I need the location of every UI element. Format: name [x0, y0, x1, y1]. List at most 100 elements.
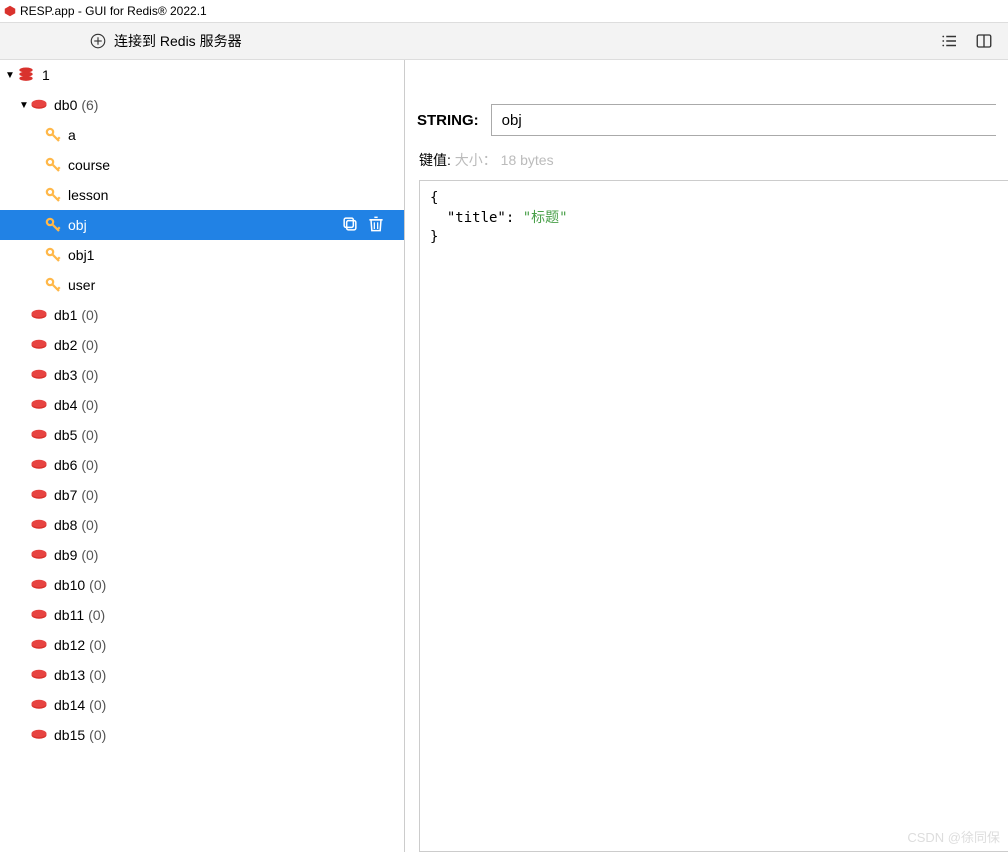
- titlebar: RESP.app - GUI for Redis® 2022.1: [0, 0, 1008, 22]
- server-label: 1: [42, 67, 50, 83]
- db-row[interactable]: db7(0): [0, 480, 404, 510]
- db-icon: [30, 698, 48, 712]
- key-icon: [44, 276, 62, 294]
- db-label: db11: [54, 607, 84, 623]
- db-row[interactable]: db15(0): [0, 720, 404, 750]
- db-row[interactable]: db3(0): [0, 360, 404, 390]
- key-label: course: [68, 157, 110, 173]
- db-count: (0): [81, 547, 98, 563]
- db-label: db3: [54, 367, 77, 383]
- panel-icon[interactable]: [974, 31, 994, 51]
- db-label: db6: [54, 457, 77, 473]
- db-icon: [30, 308, 48, 322]
- db-count: (0): [89, 667, 106, 683]
- delete-icon[interactable]: [366, 214, 386, 237]
- db-label: db5: [54, 427, 77, 443]
- db-count: (0): [81, 367, 98, 383]
- connect-icon[interactable]: [88, 31, 108, 51]
- key-icon: [44, 246, 62, 264]
- key-label: lesson: [68, 187, 108, 203]
- db-icon: [30, 638, 48, 652]
- db-label: db10: [54, 577, 85, 593]
- db-count: (0): [81, 337, 98, 353]
- db-row[interactable]: db5(0): [0, 420, 404, 450]
- db-icon: [30, 428, 48, 442]
- key-label: obj1: [68, 247, 94, 263]
- db-row[interactable]: db14(0): [0, 690, 404, 720]
- db-label: db15: [54, 727, 85, 743]
- db-row[interactable]: db10(0): [0, 570, 404, 600]
- db-icon: [30, 578, 48, 592]
- db-label: db14: [54, 697, 85, 713]
- type-label: STRING:: [417, 112, 479, 129]
- db-icon: [30, 98, 48, 112]
- toolbar: 连接到 Redis 服务器: [0, 22, 1008, 60]
- db-icon: [30, 668, 48, 682]
- key-row[interactable]: a: [0, 120, 404, 150]
- copy-icon[interactable]: [340, 214, 360, 237]
- db-row[interactable]: db11(0): [0, 600, 404, 630]
- content-panel: STRING: 键值: 大小： 18 bytes { "title": "标题"…: [405, 60, 1008, 852]
- db-count: (0): [89, 697, 106, 713]
- db-label: db12: [54, 637, 85, 653]
- sidebar[interactable]: ▼ 1 ▼ db0 (6) a course lesson obj obj1 user d…: [0, 60, 405, 852]
- db-icon: [30, 458, 48, 472]
- db-row[interactable]: db13(0): [0, 660, 404, 690]
- chevron-down-icon[interactable]: ▼: [4, 70, 16, 81]
- key-row[interactable]: lesson: [0, 180, 404, 210]
- db-row[interactable]: db8(0): [0, 510, 404, 540]
- value-meta: 键值: 大小： 18 bytes: [405, 136, 1008, 176]
- db-row[interactable]: ▼ db0 (6): [0, 90, 404, 120]
- db-label: db1: [54, 307, 77, 323]
- db-label: db4: [54, 397, 77, 413]
- db-icon: [30, 398, 48, 412]
- chevron-down-icon[interactable]: ▼: [18, 100, 30, 111]
- app-icon: [4, 5, 16, 17]
- db-icon: [30, 608, 48, 622]
- db-row[interactable]: db9(0): [0, 540, 404, 570]
- meta-size-label: 大小：: [455, 152, 497, 168]
- db-icon: [30, 518, 48, 532]
- value-display[interactable]: { "title": "标题" }: [419, 180, 1008, 852]
- key-icon: [44, 186, 62, 204]
- db-count: (0): [89, 637, 106, 653]
- db-label: db2: [54, 337, 77, 353]
- db-count: (0): [81, 397, 98, 413]
- db-count: (0): [81, 307, 98, 323]
- key-row[interactable]: obj: [0, 210, 404, 240]
- meta-size-value: 18 bytes: [501, 152, 554, 168]
- key-row[interactable]: course: [0, 150, 404, 180]
- db-count: (0): [81, 427, 98, 443]
- db-icon: [30, 488, 48, 502]
- db-count: (0): [89, 727, 106, 743]
- key-label: user: [68, 277, 95, 293]
- key-row[interactable]: obj1: [0, 240, 404, 270]
- watermark: CSDN @徐同保: [907, 827, 1000, 846]
- db-row[interactable]: db1(0): [0, 300, 404, 330]
- connect-button[interactable]: 连接到 Redis 服务器: [114, 31, 242, 51]
- key-name-input[interactable]: [491, 104, 996, 136]
- key-icon: [44, 216, 62, 234]
- list-icon[interactable]: [940, 31, 960, 51]
- db-label: db7: [54, 487, 77, 503]
- db-row[interactable]: db6(0): [0, 450, 404, 480]
- db-icon: [30, 368, 48, 382]
- db-count: (6): [81, 97, 98, 113]
- db-row[interactable]: db4(0): [0, 390, 404, 420]
- db-count: (0): [81, 457, 98, 473]
- db-count: (0): [81, 487, 98, 503]
- db-icon: [30, 728, 48, 742]
- key-row[interactable]: user: [0, 270, 404, 300]
- db-label: db0: [54, 97, 77, 113]
- key-icon: [44, 156, 62, 174]
- server-row[interactable]: ▼ 1: [0, 60, 404, 90]
- server-icon: [16, 65, 36, 85]
- db-count: (0): [89, 577, 106, 593]
- db-row[interactable]: db2(0): [0, 330, 404, 360]
- db-icon: [30, 548, 48, 562]
- db-icon: [30, 338, 48, 352]
- db-row[interactable]: db12(0): [0, 630, 404, 660]
- db-label: db9: [54, 547, 77, 563]
- window-title: RESP.app - GUI for Redis® 2022.1: [20, 4, 207, 18]
- key-label: obj: [68, 217, 87, 233]
